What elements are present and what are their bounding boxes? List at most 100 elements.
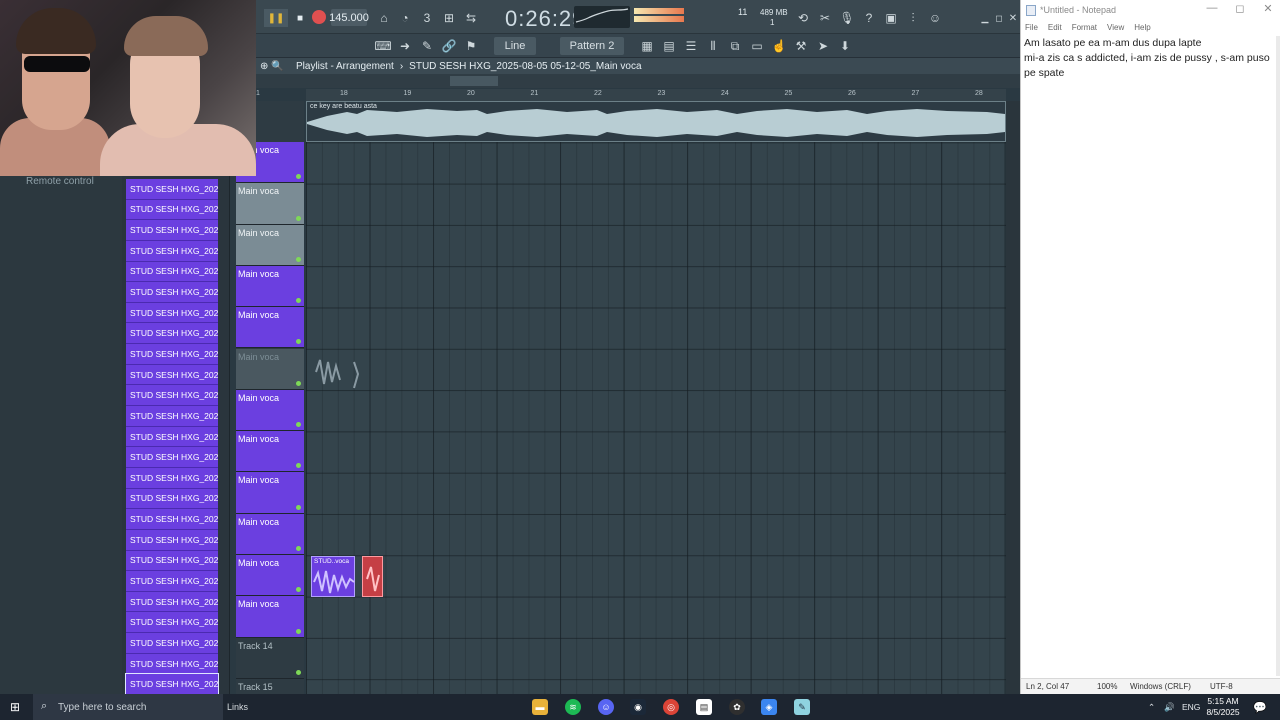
browser-icon[interactable]: ☰	[682, 37, 700, 55]
brush-icon[interactable]: ✎	[418, 37, 436, 55]
wait-input-icon[interactable]: ◔	[396, 9, 414, 27]
browser-file-item[interactable]: STUD SESH HXG_2025-08...	[126, 282, 218, 303]
track-enable-dot[interactable]	[296, 298, 301, 304]
menu-view[interactable]: View	[1107, 23, 1124, 32]
tempo-display[interactable]: 145.000	[329, 9, 369, 26]
notepad-taskbar-icon[interactable]: ▤	[696, 699, 712, 715]
browser-file-item[interactable]: STUD SESH HXG_2025-08...	[126, 220, 218, 241]
browser-file-item[interactable]: STUD SESH HXG_2025-08...	[126, 406, 218, 427]
browser-file-item[interactable]: STUD SESH HXG_2025-08...	[126, 612, 218, 634]
download-icon[interactable]: ⬇	[836, 37, 854, 55]
piano-roll-icon[interactable]: ▤	[660, 37, 678, 55]
browser-file-item[interactable]: STUD SESH HXG_2025-08...	[126, 633, 218, 654]
track-enable-dot[interactable]	[296, 545, 301, 551]
file-explorer-icon[interactable]: ▬	[532, 699, 548, 715]
browser-file-item[interactable]: STUD SESH HXG_2025-08...	[126, 509, 218, 530]
browser-file-item[interactable]: STUD SESH HXG_2025-08...	[126, 323, 218, 345]
minimize-icon[interactable]: —	[1197, 2, 1227, 14]
track-enable-dot[interactable]	[296, 628, 301, 634]
tray-chevron-icon[interactable]: ⌃	[1148, 694, 1155, 720]
browser-file-item[interactable]: STUD SESH HXG_2025-08...	[126, 385, 218, 407]
browser-file-item[interactable]: STUD SESH HXG_2025-08...	[126, 426, 218, 448]
browser-file-item[interactable]: STUD SESH HXG_2025-08...	[126, 529, 218, 551]
browser-file-item[interactable]: STUD SESH HXG_2025-08...	[126, 550, 218, 572]
ghost-clips[interactable]	[312, 352, 362, 392]
track-enable-dot[interactable]	[296, 380, 301, 386]
playlist-grid[interactable]	[306, 101, 1006, 694]
stamp-icon[interactable]: ⚑	[462, 37, 480, 55]
track-header[interactable]: Main voca	[236, 472, 304, 514]
discord-icon[interactable]: ☺	[598, 699, 614, 715]
step-edit-icon[interactable]: ⊞	[440, 9, 458, 27]
track-enable-dot[interactable]	[296, 669, 301, 675]
mixer-icon[interactable]: ⫶	[904, 9, 922, 27]
browser-file-item[interactable]: STUD SESH HXG_2025-08...	[126, 447, 218, 468]
chrome-icon[interactable]: ◎	[663, 699, 679, 715]
browser-file-item[interactable]: STUD SESH HXG_2025-08...	[126, 467, 218, 489]
track-enable-dot[interactable]	[296, 174, 301, 180]
browser-file-item[interactable]: STUD SESH HXG_2025-08...	[126, 571, 218, 592]
notepad-text-area[interactable]: Am lasato pe ea m-am dus dupa lapte mi-a…	[1024, 36, 1274, 81]
help-icon[interactable]: ?	[860, 9, 878, 27]
browser-file-item[interactable]: STUD SESH HXG_2025-08...	[126, 240, 218, 262]
play-pause-button[interactable]: ❚❚	[264, 9, 288, 27]
app-blue-icon[interactable]: ◈	[761, 699, 777, 715]
countdown-icon[interactable]: 3	[418, 9, 436, 27]
snap-select[interactable]: Line	[494, 37, 536, 55]
taskbar-search[interactable]: ⌕ Type here to search	[33, 694, 223, 720]
track-enable-dot[interactable]	[296, 587, 301, 593]
track-enable-dot[interactable]	[296, 215, 301, 221]
plugin-icon[interactable]: ⧉	[726, 37, 744, 55]
track-header[interactable]: Main voca	[236, 513, 304, 555]
playlist-icon[interactable]: ▦	[638, 37, 656, 55]
pattern-select[interactable]: Pattern 2	[560, 37, 624, 55]
track-enable-dot[interactable]	[296, 504, 301, 510]
chat-icon[interactable]: ☺	[926, 9, 944, 27]
channel-rack-icon[interactable]: ⌨	[374, 37, 392, 55]
notepad-scrollbar[interactable]	[1276, 36, 1280, 676]
track-header[interactable]: Main voca	[236, 348, 304, 390]
track-header[interactable]: Track 14	[236, 637, 304, 679]
track-header[interactable]: Main voca	[236, 265, 304, 308]
audio-clip-main[interactable]: ce key are beatu asta	[306, 101, 1006, 142]
track-header[interactable]: Main voca	[236, 555, 304, 597]
save-icon[interactable]: ▣	[882, 9, 900, 27]
link-icon[interactable]: 🔗	[440, 37, 458, 55]
maximize-icon[interactable]: ◻	[1225, 2, 1255, 15]
browser-file-item[interactable]: STUD SESH HXG_2025-08...	[126, 179, 218, 200]
cut-icon[interactable]: ✂	[816, 9, 834, 27]
track-enable-dot[interactable]	[296, 339, 301, 345]
browser-file-item[interactable]: STUD SESH HXG_2025-08...	[125, 673, 219, 696]
notification-icon[interactable]: 💬	[1253, 694, 1267, 720]
windows-start-icon[interactable]: ⊞	[8, 700, 22, 714]
language-indicator[interactable]: ENG	[1182, 694, 1200, 720]
mic-icon[interactable]: 🎙	[838, 9, 856, 27]
track-header[interactable]: Main voca	[236, 224, 304, 266]
browser-file-item[interactable]: STUD SESH HXG_2025-08...	[126, 591, 218, 613]
track-header[interactable]: Main voca	[236, 389, 304, 432]
touch-icon[interactable]: ☝	[770, 37, 788, 55]
taskbar-clock[interactable]: 5:15 AM 8/5/2025	[1200, 696, 1246, 718]
volume-icon[interactable]: 🔊	[1164, 694, 1175, 720]
tools-icon[interactable]: ⚒	[792, 37, 810, 55]
fl-studio-taskbar-icon[interactable]: ✿	[729, 699, 745, 715]
loop-record-icon[interactable]: ⇆	[462, 9, 480, 27]
browser-file-item[interactable]: STUD SESH HXG_2025-08...	[126, 653, 218, 675]
spotify-icon[interactable]: ≋	[565, 699, 581, 715]
menu-edit[interactable]: Edit	[1048, 23, 1062, 32]
menu-file[interactable]: File	[1025, 23, 1038, 32]
zoom-icon[interactable]: ⊕ 🔍	[260, 61, 284, 72]
track-header[interactable]: Main voca	[236, 307, 304, 349]
browser-file-item[interactable]: STUD SESH HXG_2025-08...	[126, 302, 218, 324]
arrow-icon[interactable]: ➜	[396, 37, 414, 55]
track-header[interactable]: Main voca	[236, 431, 304, 473]
browser-file-item[interactable]: STUD SESH HXG_2025-08...	[126, 199, 218, 221]
metronome-icon[interactable]: ⌂	[375, 9, 393, 27]
browser-file-item[interactable]: STUD SESH HXG_2025-08...	[126, 344, 218, 365]
steam-icon[interactable]: ◉	[630, 699, 646, 715]
playlist-overview[interactable]	[256, 74, 1020, 88]
track-enable-dot[interactable]	[296, 422, 301, 428]
timeline-ruler[interactable]: 1 18 19 20 21 22 23 24 25 26 27 28	[256, 89, 1006, 101]
browser-file-item[interactable]: STUD SESH HXG_2025-08...	[126, 261, 218, 283]
links-toolbar[interactable]: Links	[227, 694, 248, 720]
